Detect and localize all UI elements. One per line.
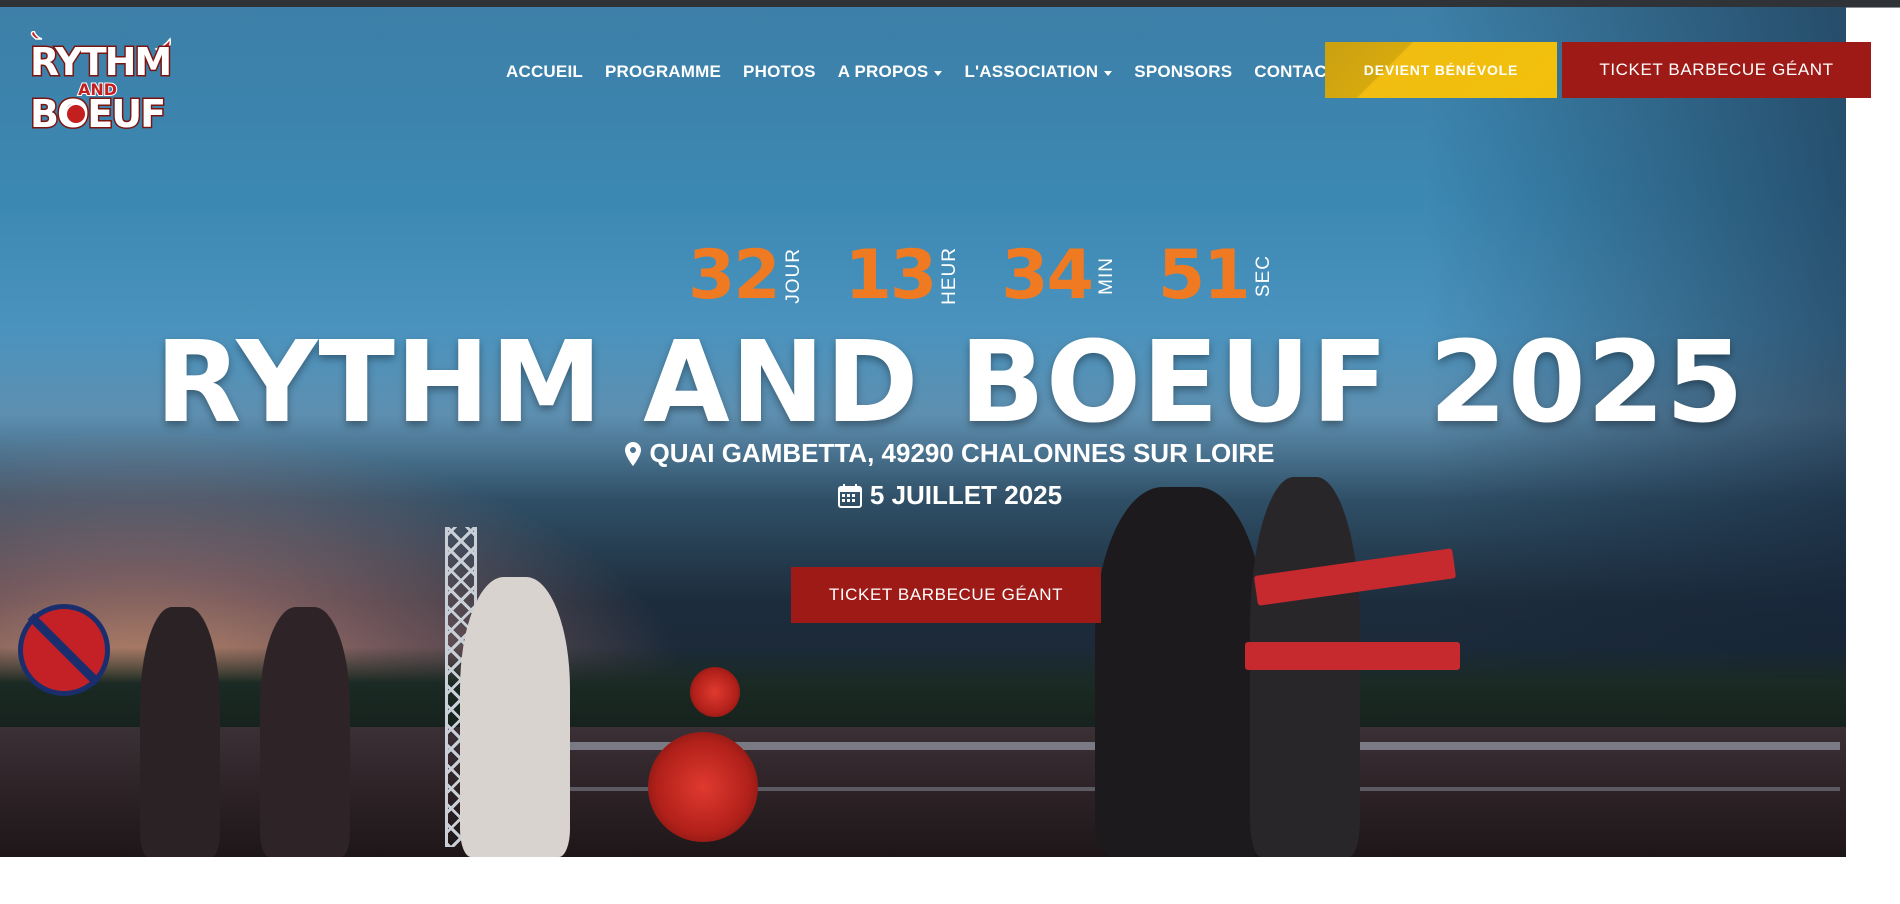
svg-text:BOEUF: BOEUF: [30, 92, 164, 135]
event-date-text: 5 JUILLET 2025: [869, 480, 1063, 510]
countdown-seconds-label: SEC: [1252, 254, 1274, 298]
nav-item-label: L'ASSOCIATION: [964, 62, 1099, 81]
countdown-days: 32 JOUR: [688, 240, 805, 312]
musician-singer: [460, 577, 570, 857]
nav-item-label: SPONSORS: [1134, 62, 1233, 81]
map-marker-icon: [625, 441, 642, 466]
caret-down-icon: [1104, 70, 1113, 76]
nav-item-accueil[interactable]: ACCUEIL: [495, 62, 594, 82]
countdown-minutes-value: 34: [1001, 236, 1094, 315]
countdown-hours-label: HEUR: [939, 247, 961, 305]
musician-guitarist: [1095, 487, 1265, 857]
nav-item-photos[interactable]: PHOTOS: [732, 62, 827, 82]
nav-item-association[interactable]: L'ASSOCIATION: [953, 62, 1123, 82]
site-logo[interactable]: RYTHM AND BOEUF: [24, 31, 172, 135]
countdown-minutes-label: MIN: [1095, 257, 1117, 295]
event-date: 5 JUILLET 2025: [0, 480, 1900, 511]
countdown-minutes: 34 MIN: [1001, 240, 1118, 312]
nav-item-programme[interactable]: PROGRAMME: [594, 62, 732, 82]
nav-item-sponsors[interactable]: SPONSORS: [1123, 62, 1243, 82]
countdown-hours: 13 HEUR: [845, 240, 962, 312]
keyboard-lower: [1245, 642, 1460, 670]
calendar-icon: [837, 483, 862, 508]
countdown-seconds: 51 SEC: [1158, 240, 1275, 312]
musician-bassist: [140, 607, 220, 857]
ticket-button-header[interactable]: TICKET BARBECUE GÉANT: [1562, 42, 1871, 98]
event-location-text: QUAI GAMBETTA, 49290 CHALONNES SUR LOIRE: [649, 438, 1275, 468]
countdown-days-value: 32: [688, 236, 781, 315]
nav-item-label: PHOTOS: [743, 62, 816, 81]
event-location: QUAI GAMBETTA, 49290 CHALONNES SUR LOIRE: [0, 438, 1900, 469]
page-title: RYTHM AND BOEUF 2025: [155, 318, 1745, 448]
svg-text:RYTHM: RYTHM: [30, 40, 170, 84]
nav-item-label: ACCUEIL: [506, 62, 583, 81]
countdown-days-label: JOUR: [782, 248, 804, 304]
countdown-hours-value: 13: [844, 236, 938, 315]
countdown-seconds-value: 51: [1157, 236, 1251, 315]
nav-item-label: PROGRAMME: [604, 62, 722, 81]
caret-down-icon: [934, 70, 943, 76]
countdown-timer: 32 JOUR 13 HEUR 34 MIN 51 SEC: [688, 240, 1275, 312]
volunteer-button[interactable]: DEVIENT BÉNÉVOLE: [1325, 42, 1557, 98]
nav-item-label: A PROPOS: [837, 62, 929, 81]
nav-item-a-propos[interactable]: A PROPOS: [827, 62, 954, 82]
bass-drum: [648, 732, 758, 842]
ticket-button-hero[interactable]: TICKET BARBECUE GÉANT: [791, 567, 1101, 623]
tom-drum: [690, 667, 740, 717]
no-parking-sign: [18, 604, 110, 696]
main-nav: ACCUEIL PROGRAMME PHOTOS A PROPOS L'ASSO…: [495, 62, 1349, 82]
musician-saxophonist: [260, 607, 350, 857]
